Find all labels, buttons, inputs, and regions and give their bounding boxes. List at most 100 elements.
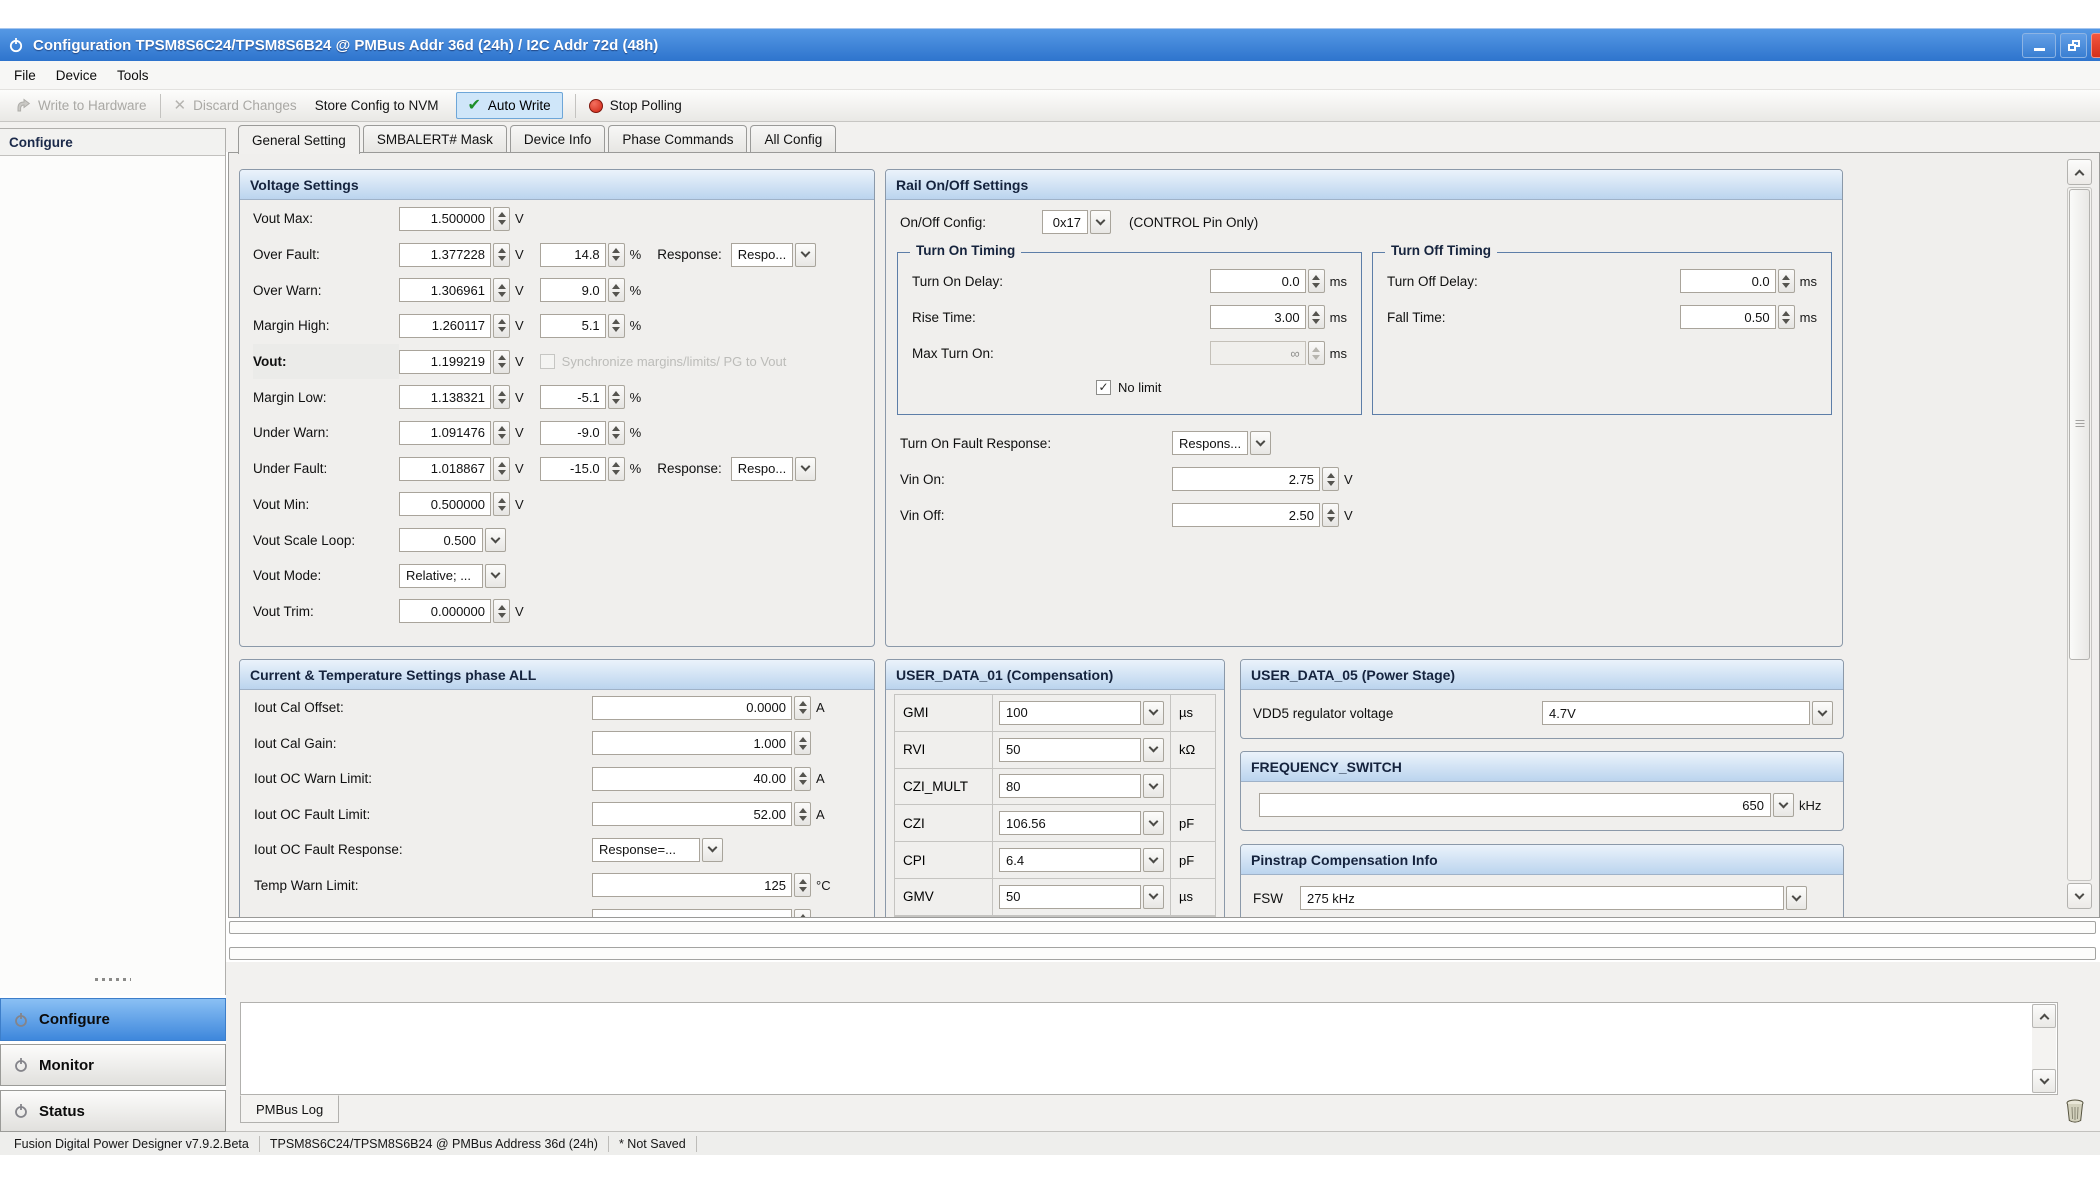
spin-input[interactable]: 0.50 bbox=[1680, 305, 1776, 329]
spin-buttons[interactable] bbox=[608, 457, 625, 481]
splitter-bar[interactable] bbox=[229, 947, 2096, 960]
spin-buttons[interactable] bbox=[794, 731, 811, 755]
spin-input[interactable]: 52.00 bbox=[592, 802, 792, 826]
spin-buttons[interactable] bbox=[493, 421, 510, 445]
no-limit-checkbox[interactable]: ✓No limit bbox=[1096, 380, 1161, 395]
scrollbar-thumb[interactable] bbox=[2069, 189, 2090, 660]
spin-input[interactable]: -5.1 bbox=[540, 385, 606, 409]
spin-input[interactable]: -15.0 bbox=[540, 457, 606, 481]
spin-buttons[interactable] bbox=[1308, 341, 1325, 365]
param-combo[interactable]: 6.4 bbox=[999, 848, 1164, 872]
auto-write-toggle[interactable]: ✔ Auto Write bbox=[456, 92, 563, 119]
spin-buttons[interactable] bbox=[1778, 269, 1795, 293]
close-button[interactable]: ✕ bbox=[2091, 33, 2100, 58]
response-combo[interactable]: Respo... bbox=[731, 457, 816, 481]
spin-input[interactable]: 2.75 bbox=[1172, 467, 1320, 491]
restore-button[interactable] bbox=[2060, 33, 2087, 58]
frequency-combo[interactable]: 650 bbox=[1259, 793, 1794, 817]
combo-arrow-button[interactable] bbox=[1812, 701, 1833, 725]
spin-input[interactable]: 125 bbox=[592, 873, 792, 897]
scroll-down-button[interactable] bbox=[2067, 883, 2092, 909]
spin-input[interactable]: 0.0 bbox=[1680, 269, 1776, 293]
tab-general-setting[interactable]: General Setting bbox=[238, 125, 360, 154]
spin-buttons[interactable] bbox=[1322, 467, 1339, 491]
menu-item-tools[interactable]: Tools bbox=[107, 61, 159, 89]
combo-arrow-button[interactable] bbox=[795, 243, 816, 267]
spin-buttons[interactable] bbox=[493, 457, 510, 481]
combo-arrow-button[interactable] bbox=[702, 838, 723, 862]
spin-input[interactable] bbox=[592, 909, 792, 918]
spin-input[interactable]: 1.260117 bbox=[399, 314, 491, 338]
combo-arrow-button[interactable] bbox=[1143, 701, 1164, 725]
combo-arrow-button[interactable] bbox=[485, 528, 506, 552]
spin-input[interactable]: 1.377228 bbox=[399, 243, 491, 267]
onoff-config-combo[interactable]: 0x17 bbox=[1042, 210, 1111, 234]
value-combo[interactable]: Relative; ... bbox=[399, 564, 506, 588]
spin-buttons[interactable] bbox=[493, 207, 510, 231]
spin-buttons[interactable] bbox=[493, 314, 510, 338]
tab-phase-commands[interactable]: Phase Commands bbox=[608, 125, 747, 152]
response-combo[interactable]: Respo... bbox=[731, 243, 816, 267]
combo-arrow-button[interactable] bbox=[1143, 885, 1164, 909]
spin-buttons[interactable] bbox=[608, 421, 625, 445]
spin-buttons[interactable] bbox=[493, 278, 510, 302]
spin-buttons[interactable] bbox=[1308, 305, 1325, 329]
menu-item-file[interactable]: File bbox=[4, 61, 46, 89]
tab-pmbus-log[interactable]: PMBus Log bbox=[240, 1095, 339, 1123]
spin-input[interactable]: 1.138321 bbox=[399, 385, 491, 409]
spin-buttons[interactable] bbox=[493, 492, 510, 516]
sidebar-splitter-handle[interactable] bbox=[0, 975, 226, 983]
combo-arrow-button[interactable] bbox=[795, 457, 816, 481]
param-combo[interactable]: 100 bbox=[999, 701, 1164, 725]
fsw-combo[interactable]: 275 kHz bbox=[1300, 886, 1807, 910]
spin-input[interactable]: 3.00 bbox=[1210, 305, 1306, 329]
spin-buttons[interactable] bbox=[794, 909, 811, 918]
menu-item-device[interactable]: Device bbox=[46, 61, 107, 89]
spin-buttons[interactable] bbox=[1778, 305, 1795, 329]
spin-buttons[interactable] bbox=[1322, 503, 1339, 527]
spin-buttons[interactable] bbox=[1308, 269, 1325, 293]
checkbox-box[interactable]: ✓ bbox=[1096, 380, 1111, 395]
spin-input[interactable]: 2.50 bbox=[1172, 503, 1320, 527]
scroll-down-button[interactable] bbox=[2032, 1069, 2056, 1093]
spin-input[interactable]: 0.500000 bbox=[399, 492, 491, 516]
combo-arrow-button[interactable] bbox=[1143, 738, 1164, 762]
discard-changes-button[interactable]: ✕ Discard Changes bbox=[165, 90, 306, 121]
scrollbar-track[interactable] bbox=[2067, 187, 2092, 881]
checkbox-box[interactable] bbox=[540, 354, 555, 369]
spin-buttons[interactable] bbox=[794, 802, 811, 826]
spin-input[interactable]: 9.0 bbox=[540, 278, 606, 302]
minimize-button[interactable] bbox=[2022, 33, 2056, 58]
pmbus-log-box[interactable] bbox=[240, 1002, 2058, 1095]
tab-all-config[interactable]: All Config bbox=[750, 125, 836, 152]
spin-buttons[interactable] bbox=[794, 696, 811, 720]
combo-arrow-button[interactable] bbox=[1090, 210, 1111, 234]
spin-buttons[interactable] bbox=[608, 278, 625, 302]
spin-buttons[interactable] bbox=[608, 314, 625, 338]
spin-buttons[interactable] bbox=[493, 599, 510, 623]
fault-response-combo[interactable]: Respons... bbox=[1172, 431, 1271, 455]
tab-smbalert-mask[interactable]: SMBALERT# Mask bbox=[363, 125, 507, 152]
spin-input[interactable]: 1.199219 bbox=[399, 350, 491, 374]
splitter-bar[interactable] bbox=[229, 921, 2096, 934]
spin-input[interactable]: 40.00 bbox=[592, 767, 792, 791]
spin-input[interactable]: 1.018867 bbox=[399, 457, 491, 481]
spin-input[interactable]: 14.8 bbox=[540, 243, 606, 267]
spin-input[interactable]: ∞ bbox=[1210, 341, 1306, 365]
scroll-up-button[interactable] bbox=[2067, 159, 2092, 185]
combo-arrow-button[interactable] bbox=[1143, 848, 1164, 872]
vdd5-combo[interactable]: 4.7V bbox=[1542, 701, 1833, 725]
spin-input[interactable]: 1.500000 bbox=[399, 207, 491, 231]
vertical-scrollbar[interactable] bbox=[2067, 159, 2092, 909]
spin-input[interactable]: 0.0000 bbox=[592, 696, 792, 720]
spin-buttons[interactable] bbox=[493, 243, 510, 267]
spin-buttons[interactable] bbox=[493, 350, 510, 374]
tab-device-info[interactable]: Device Info bbox=[510, 125, 606, 152]
spin-input[interactable]: 5.1 bbox=[540, 314, 606, 338]
spin-input[interactable]: 1.306961 bbox=[399, 278, 491, 302]
spin-input[interactable]: 0.0 bbox=[1210, 269, 1306, 293]
value-combo[interactable]: 0.500 bbox=[399, 528, 506, 552]
fault-response-combo[interactable]: Response=... bbox=[592, 838, 723, 862]
combo-arrow-button[interactable] bbox=[1143, 811, 1164, 835]
spin-buttons[interactable] bbox=[794, 767, 811, 791]
